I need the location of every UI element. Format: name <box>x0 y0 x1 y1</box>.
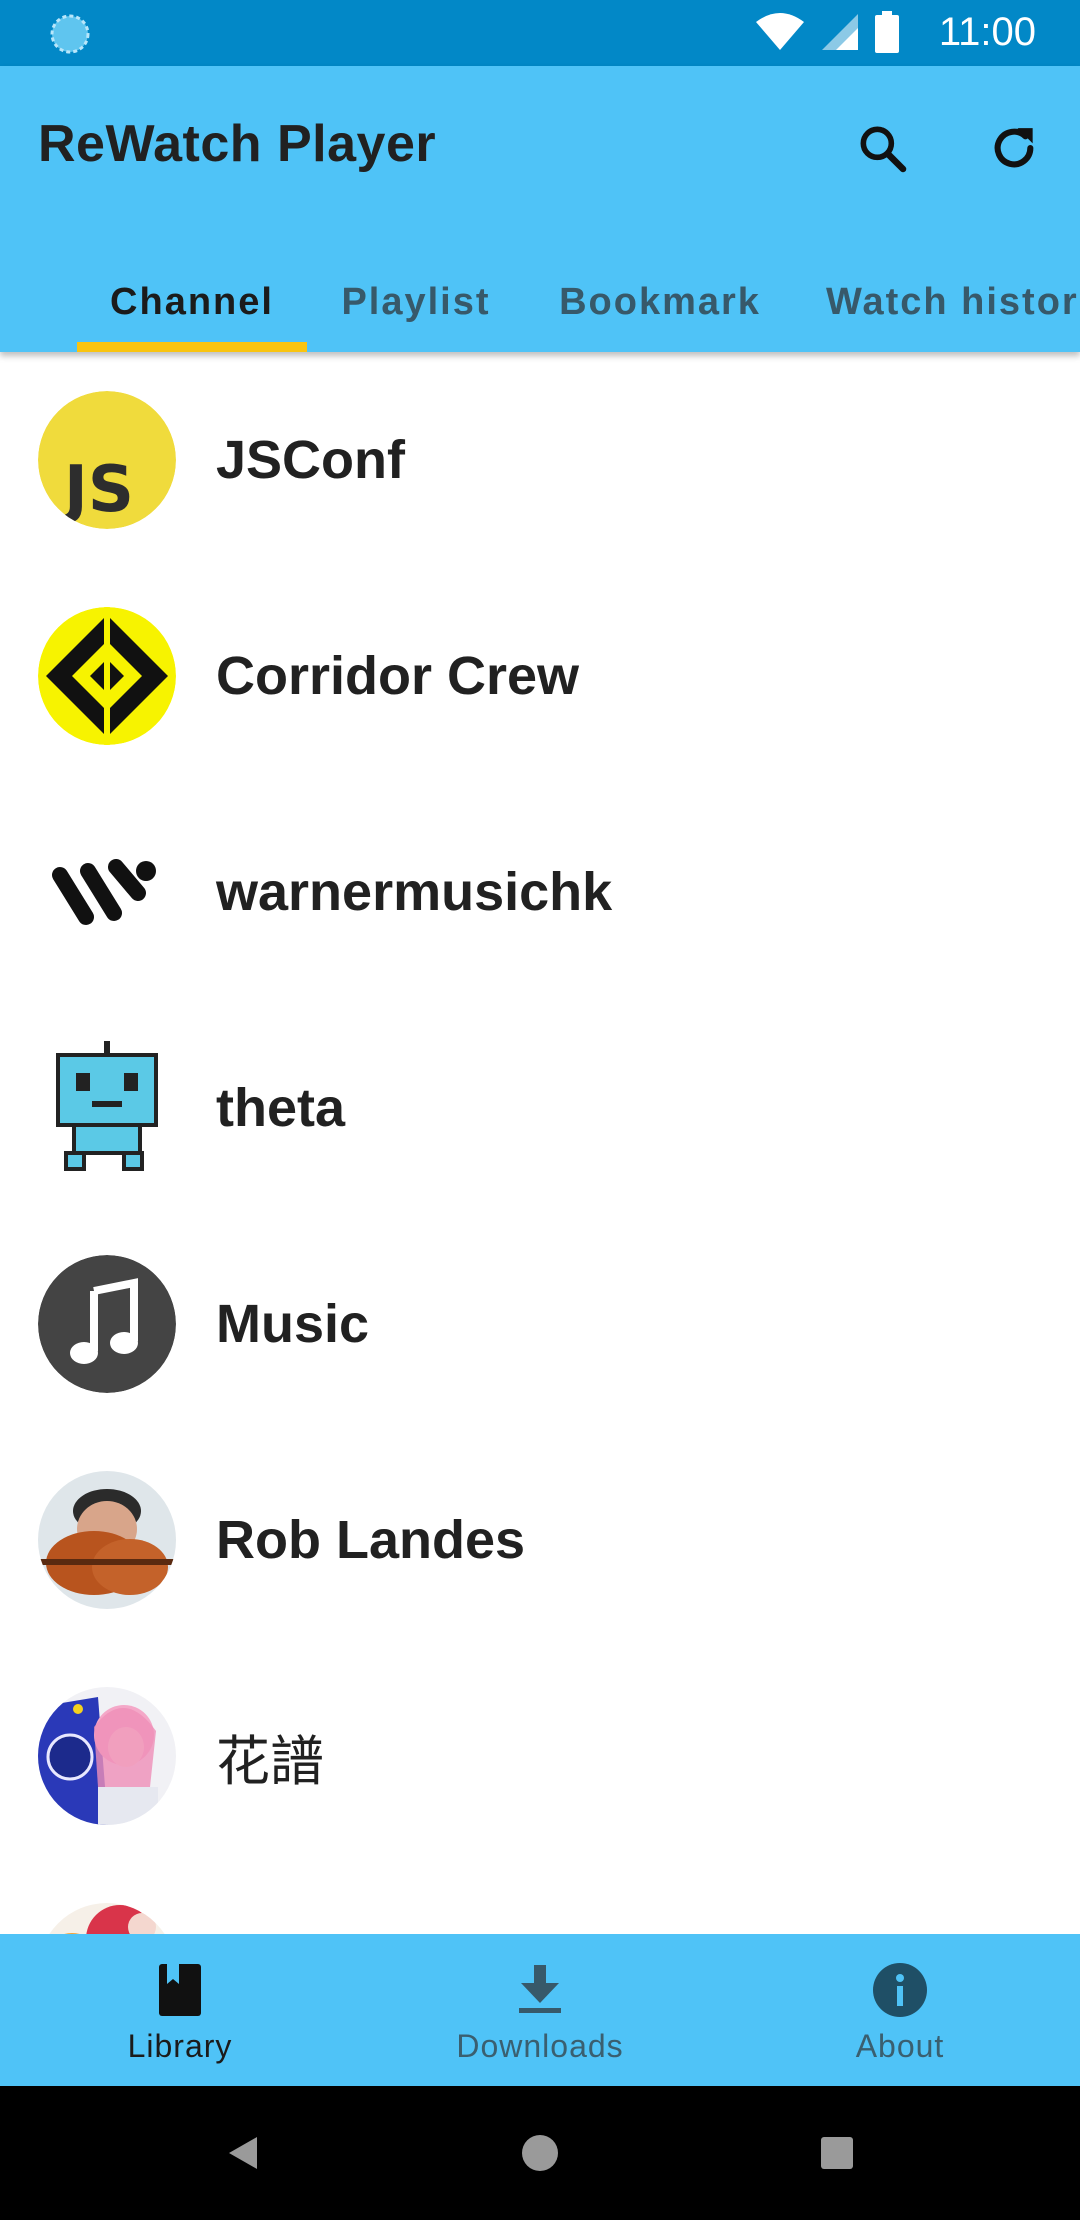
battery-icon <box>874 10 900 58</box>
back-button[interactable] <box>212 2122 274 2184</box>
channel-item-theta[interactable]: theta <box>0 1000 1080 1216</box>
partial-avatar-photo <box>38 1903 176 1934</box>
search-icon <box>860 126 907 173</box>
music-note-icon <box>38 1255 176 1393</box>
library-book-icon <box>150 1960 210 2020</box>
signal-icon <box>820 12 860 57</box>
app-bar: ReWatch Player Channel Playlist Bookmark… <box>0 66 1080 352</box>
channel-name: Music <box>216 1294 370 1354</box>
channel-name: Rob Landes <box>216 1510 526 1570</box>
wifi-icon <box>754 12 806 57</box>
refresh-button[interactable] <box>970 104 1058 192</box>
nav-label: Library <box>127 2028 233 2064</box>
recents-icon <box>821 2137 853 2169</box>
channel-item-jsconf[interactable]: JS JSConf <box>0 352 1080 568</box>
warner-music-logo-icon <box>38 823 176 961</box>
home-icon <box>522 2135 558 2171</box>
js-logo-icon: JS <box>38 391 176 529</box>
status-time: 11:00 <box>938 10 1036 54</box>
nav-about[interactable]: About <box>720 1934 1080 2086</box>
refresh-icon <box>994 128 1034 168</box>
channel-name: Corridor Crew <box>216 646 580 706</box>
bottom-navigation: Library Downloads About <box>0 1934 1080 2086</box>
sync-icon <box>50 14 90 54</box>
nav-label: Downloads <box>456 2028 624 2064</box>
corridor-crew-logo-icon <box>38 607 176 745</box>
channel-item-partial[interactable] <box>0 1864 1080 1934</box>
channel-name: theta <box>216 1078 346 1138</box>
anime-art-photo <box>38 1687 176 1825</box>
channel-name: warnermusichk <box>216 862 613 922</box>
robot-avatar-icon <box>38 1039 176 1177</box>
recents-button[interactable] <box>806 2122 868 2184</box>
channel-item-music[interactable]: Music <box>0 1216 1080 1432</box>
system-navigation-bar <box>0 2086 1080 2220</box>
channel-name: JSConf <box>216 430 405 490</box>
download-icon <box>510 1960 570 2020</box>
search-button[interactable] <box>838 104 926 192</box>
status-bar: 11:00 <box>0 0 1080 66</box>
nav-downloads[interactable]: Downloads <box>360 1934 720 2086</box>
channel-item-rob-landes[interactable]: Rob Landes <box>0 1432 1080 1648</box>
system-status-icons <box>754 10 900 57</box>
info-icon <box>870 1960 930 2020</box>
home-button[interactable] <box>509 2122 571 2184</box>
tab-watch-history[interactable]: Watch histor <box>800 252 1080 352</box>
back-icon <box>229 2137 257 2169</box>
channel-item-kaf[interactable]: 花譜 <box>0 1648 1080 1864</box>
channel-name: 花譜 <box>216 1731 324 1792</box>
svg-text:JS: JS <box>60 453 134 527</box>
tab-bookmark[interactable]: Bookmark <box>542 252 778 352</box>
tab-indicator <box>77 342 307 352</box>
channel-list: JS JSConf Corridor Crew warnermusichk th… <box>0 352 1080 1934</box>
tab-playlist[interactable]: Playlist <box>318 252 514 352</box>
channel-item-warnermusichk[interactable]: warnermusichk <box>0 784 1080 1000</box>
nav-label: About <box>855 2028 945 2064</box>
violinist-photo <box>38 1471 176 1609</box>
nav-library[interactable]: Library <box>0 1934 360 2086</box>
app-title: ReWatch Player <box>38 115 437 173</box>
tab-channel[interactable]: Channel <box>77 252 307 352</box>
channel-item-corridor-crew[interactable]: Corridor Crew <box>0 568 1080 784</box>
tab-bar: Channel Playlist Bookmark Watch histor <box>0 252 1080 352</box>
